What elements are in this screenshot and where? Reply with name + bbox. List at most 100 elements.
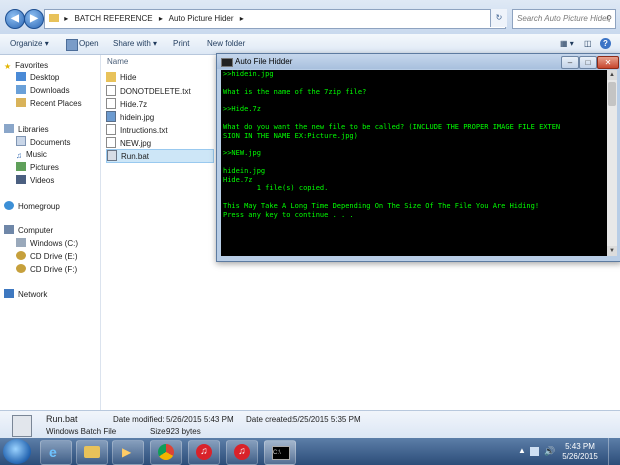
scroll-up-icon[interactable]: ▲ (607, 70, 617, 80)
taskbar-ie[interactable]: e (40, 440, 72, 465)
media-player-icon: ▶ (122, 445, 132, 459)
clock-date: 5/26/2015 (562, 452, 598, 461)
taskbar-cmd[interactable]: C:\ (264, 440, 296, 465)
tray-icons[interactable]: ▲ 🔊 (518, 446, 556, 458)
nav-documents[interactable]: Documents (16, 136, 70, 149)
nav-homegroup[interactable]: Homegroup (4, 201, 60, 213)
taskbar-clock[interactable]: 5:43 PM 5/26/2015 (560, 442, 600, 462)
file-row[interactable]: Hide.7z (106, 98, 147, 110)
cd-drive-icon (16, 251, 26, 260)
details-created-value: 5/25/2015 5:35 PM (293, 415, 361, 424)
search-input[interactable]: Search Auto Picture Hider ⚲ (512, 9, 616, 29)
taskbar-explorer[interactable] (76, 440, 108, 465)
file-row[interactable]: Intructions.txt (106, 124, 168, 136)
nav-videos[interactable]: Videos (16, 175, 54, 187)
forward-button[interactable]: ▶ (24, 9, 44, 29)
file-row[interactable]: NEW.jpg (106, 137, 151, 149)
navigation-pane: ★ Favorites Desktop Downloads Recent Plac… (0, 55, 101, 410)
music-icon: ♫ (16, 151, 22, 160)
cmd-window[interactable]: Auto File Hidder – □ ✕ >>hidein.jpg What… (216, 53, 620, 262)
preview-pane-icon[interactable]: ◫ (584, 34, 592, 54)
nav-pictures[interactable]: Pictures (16, 162, 59, 174)
file-row-selected[interactable]: Run.bat (106, 149, 214, 163)
nav-cd-drive-f[interactable]: CD Drive (F:) (16, 264, 77, 276)
explorer-folder-icon (84, 446, 100, 458)
videos-icon (16, 175, 26, 184)
cmd-icon: C:\ (272, 446, 290, 460)
show-desktop-button[interactable] (608, 438, 619, 465)
desktop-icon (16, 72, 26, 81)
console-text: >>hidein.jpg What is the name of the 7zi… (223, 70, 561, 219)
star-icon: ★ (4, 62, 12, 71)
nav-computer[interactable]: Computer (4, 225, 53, 237)
file-row[interactable]: DONOTDELETE.txt (106, 85, 191, 97)
nav-windows-c[interactable]: Windows (C:) (16, 238, 78, 250)
details-size-value: 923 bytes (166, 427, 201, 436)
batch-file-icon (107, 150, 117, 161)
breadcrumb-separator: ▸ (158, 14, 163, 23)
folder-icon (49, 14, 59, 22)
taskbar-itunes[interactable]: ♫ (188, 440, 220, 465)
nav-libraries[interactable]: Libraries (4, 124, 49, 136)
volume-icon[interactable]: 🔊 (544, 446, 555, 457)
itunes-icon: ♫ (196, 444, 212, 460)
downloads-icon (16, 85, 26, 94)
close-button[interactable]: ✕ (597, 56, 619, 69)
share-with-button[interactable]: Share with ▾ (113, 34, 157, 54)
command-bar: Organize ▾ Open Share with ▾ Print New f… (0, 34, 620, 55)
file-row[interactable]: hidein.jpg (106, 111, 154, 123)
scroll-thumb[interactable] (608, 82, 616, 106)
scroll-down-icon[interactable]: ▼ (607, 246, 617, 256)
nav-downloads[interactable]: Downloads (16, 85, 70, 97)
nav-network[interactable]: Network (4, 289, 47, 301)
computer-icon (4, 225, 14, 234)
taskbar-itunes-2[interactable]: ♫ (226, 440, 258, 465)
network-tray-icon[interactable] (530, 447, 539, 456)
breadcrumb-item[interactable]: BATCH REFERENCE (74, 14, 152, 23)
organize-button[interactable]: Organize ▾ (10, 34, 49, 54)
details-pane: Run.bat Windows Batch File Date modified… (0, 410, 620, 439)
start-button[interactable] (3, 439, 31, 464)
nav-recent-places[interactable]: Recent Places (16, 98, 82, 110)
address-bar-area: ◀ ▶ ▸ BATCH REFERENCE ▸ Auto Picture Hid… (0, 0, 620, 34)
nav-favorites[interactable]: ★ Favorites (4, 60, 48, 72)
print-button[interactable]: Print (173, 34, 189, 54)
address-field[interactable]: ▸ BATCH REFERENCE ▸ Auto Picture Hider ▸ (44, 9, 506, 29)
file-row[interactable]: Hide (106, 72, 136, 84)
image-file-icon (106, 137, 116, 148)
nav-cd-drive-e[interactable]: CD Drive (E:) (16, 251, 78, 263)
nav-desktop[interactable]: Desktop (16, 72, 59, 84)
console-output[interactable]: >>hidein.jpg What is the name of the 7zi… (221, 70, 607, 256)
batch-file-large-icon (12, 415, 32, 437)
cmd-title-bar[interactable]: Auto File Hidder – □ ✕ (217, 54, 620, 69)
libraries-icon (4, 124, 14, 133)
image-file-icon (106, 111, 116, 122)
console-scrollbar[interactable]: ▲ ▼ (607, 70, 617, 256)
nav-music[interactable]: ♫ Music (16, 149, 47, 161)
new-folder-button[interactable]: New folder (207, 34, 245, 54)
breadcrumb-item[interactable]: Auto Picture Hider (169, 14, 234, 23)
taskbar-media-player[interactable]: ▶ (112, 440, 144, 465)
back-button[interactable]: ◀ (5, 9, 25, 29)
view-options-icon[interactable]: ▦ ▾ (560, 34, 574, 54)
help-icon[interactable]: ? (600, 34, 611, 54)
details-filetype: Windows Batch File (46, 427, 117, 436)
column-header-name[interactable]: Name (107, 55, 128, 69)
chrome-icon (158, 444, 174, 460)
folder-icon (106, 72, 116, 82)
breadcrumb-separator: ▸ (239, 14, 244, 23)
taskbar: e ▶ ♫ ♫ C:\ ▲ 🔊 5:43 PM 5/26/2015 (0, 438, 620, 465)
taskbar-chrome[interactable] (150, 440, 182, 465)
maximize-button[interactable]: □ (579, 56, 597, 69)
itunes-icon: ♫ (234, 444, 250, 460)
details-modified-value: 5/26/2015 5:43 PM (166, 415, 234, 424)
archive-file-icon (106, 98, 116, 109)
details-modified-label: Date modified: (113, 415, 165, 424)
minimize-button[interactable]: – (561, 56, 579, 69)
search-icon: ⚲ (606, 14, 612, 23)
show-hidden-icons-icon[interactable]: ▲ (518, 446, 526, 455)
open-icon (66, 39, 78, 51)
refresh-icon[interactable]: ↻ (490, 9, 507, 27)
text-file-icon (106, 85, 116, 96)
open-button[interactable]: Open (66, 34, 99, 54)
